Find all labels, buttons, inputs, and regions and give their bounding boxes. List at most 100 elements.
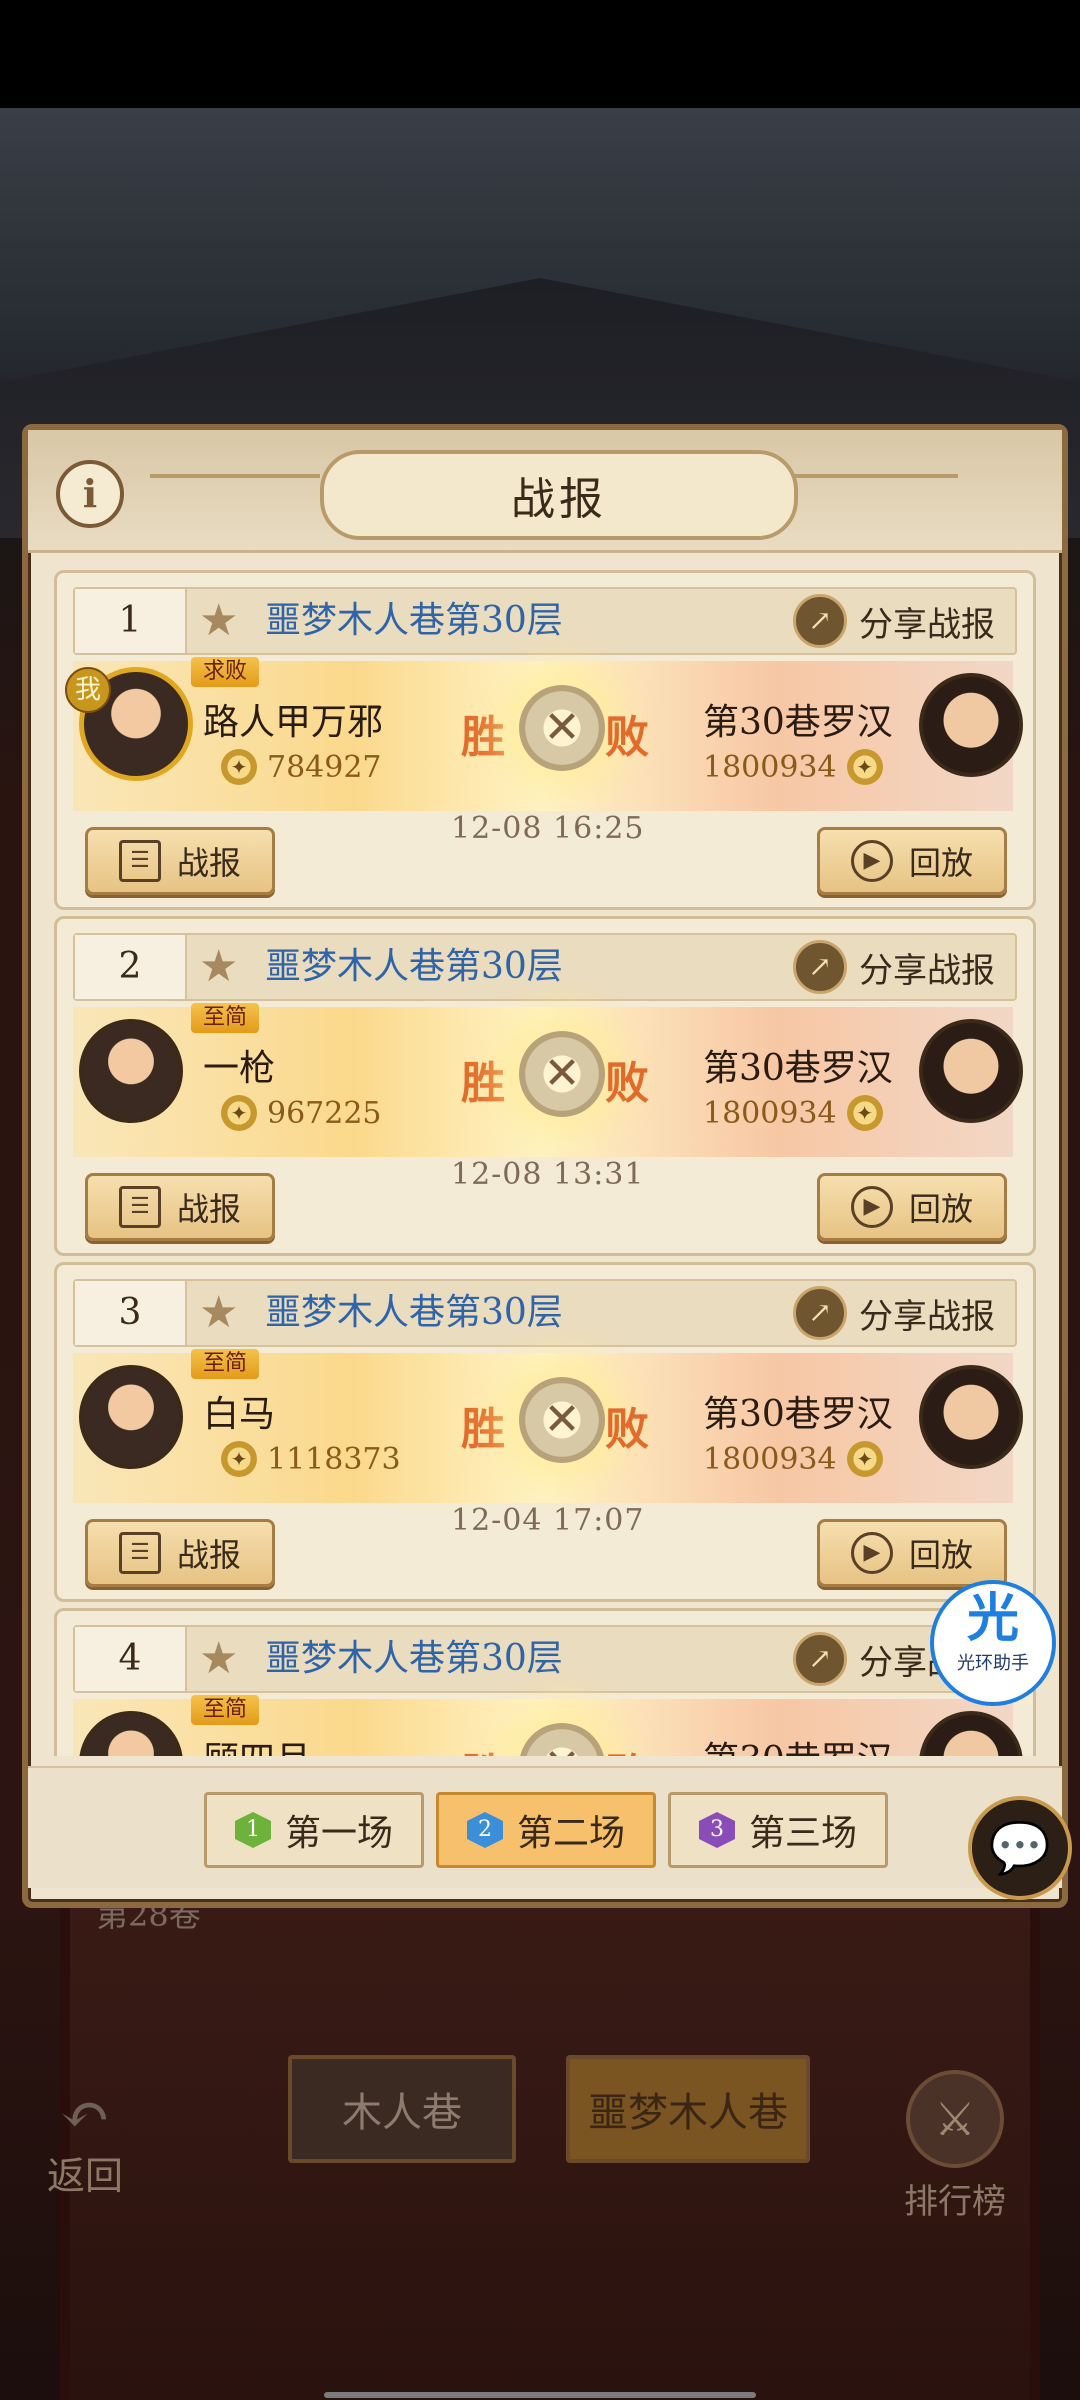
view-report-button[interactable]: ☰ 战报 (85, 1519, 275, 1587)
win-label: 胜 (461, 1739, 505, 1756)
list-icon: ☰ (118, 1186, 161, 1228)
tab-nightmare-wooden-alley[interactable]: 噩梦木人巷 (566, 2055, 810, 2163)
player-title-badge: 至简 (191, 1695, 260, 1725)
player-power: ✦ 784927 (211, 749, 382, 785)
tab-round-3[interactable]: 3 第三场 (668, 1792, 888, 1868)
battle-time: 12-08 16:25 (451, 811, 645, 846)
battle-record-card: 2 ★ 噩梦木人巷第30层 ↗ 分享战报至简一枪 ✦ 967225 胜 ✕ 败 第30巷罗汉 1800… (54, 916, 1036, 1256)
power-icon: ✦ (846, 1441, 883, 1477)
view-report-label: 战报 (176, 844, 241, 882)
stage-name: 噩梦木人巷第30层 (265, 1292, 563, 1333)
share-icon: ↗ (793, 1632, 847, 1686)
player-power-value: 967225 (267, 1095, 382, 1131)
record-header: 1 ★ 噩梦木人巷第30层 ↗ 分享战报 (73, 587, 1017, 655)
battle-record-card: 3 ★ 噩梦木人巷第30层 ↗ 分享战报 至简 白马 ✦ 1118373 胜 ✕ 败 第30巷罗汉 180… (54, 1262, 1036, 1602)
opponent-avatar[interactable] (919, 1019, 1023, 1123)
stage-name: 噩梦木人巷第30层 (265, 600, 563, 641)
assistant-logo-icon: 光 (966, 1588, 1019, 1649)
opponent-power-value: 1800934 (703, 1095, 837, 1131)
player-title-badge: 至简 (191, 1349, 260, 1379)
power-icon: ✦ (221, 1095, 257, 1131)
share-report-button[interactable]: ↗ 分享战报 (793, 939, 995, 995)
stage-name: 噩梦木人巷第30层 (265, 1638, 563, 1679)
tab-round-1[interactable]: 1 第一场 (204, 1792, 424, 1868)
lose-label: 败 (605, 712, 649, 763)
play-icon: ▶ (850, 1186, 893, 1228)
me-badge: 我 (65, 667, 111, 713)
view-report-button[interactable]: ☰ 战报 (85, 1173, 275, 1241)
player-avatar[interactable] (79, 1019, 183, 1123)
battle-record-card: 1 ★ 噩梦木人巷第30层 ↗ 分享战报我 求败 路人甲万邪 ✦ 784927 胜 ✕ 败 第30巷罗汉… (54, 570, 1036, 910)
view-report-label: 战报 (176, 1190, 241, 1228)
view-report-button[interactable]: ☰ 战报 (85, 827, 275, 895)
tab-wooden-alley[interactable]: 木人巷 (288, 2055, 516, 2163)
record-header: 3 ★ 噩梦木人巷第30层 ↗ 分享战报 (73, 1279, 1017, 1347)
power-icon: ✦ (846, 1095, 883, 1131)
replay-label: 回放 (908, 1190, 973, 1228)
tab-round-2[interactable]: 2 第二场 (436, 1792, 656, 1868)
round-3-label: 第三场 (748, 1813, 857, 1854)
round-tabs: 1 第一场 2 第二场 3 第三场 (28, 1766, 1062, 1888)
player-power-value: 1118373 (267, 1441, 401, 1477)
player-name: 顾四月 (203, 1731, 311, 1756)
star-icon: ★ (199, 941, 239, 992)
round-2-label: 第二场 (516, 1813, 625, 1854)
share-report-button[interactable]: ↗ 分享战报 (793, 1285, 995, 1341)
opponent-avatar[interactable] (919, 673, 1023, 777)
player-power-value: 784927 (267, 749, 382, 785)
chat-bubble-icon[interactable]: 💬 (968, 1796, 1072, 1900)
stage-name: 噩梦木人巷第30层 (265, 946, 563, 987)
share-icon: ↗ (793, 1286, 847, 1340)
share-report-button[interactable]: ↗ 分享战报 (793, 593, 995, 649)
opponent-avatar[interactable] (919, 1365, 1023, 1469)
dialog-header: i 战报 (28, 430, 1062, 553)
leaderboard-button[interactable]: ⚔ 排行榜 (880, 2070, 1030, 2223)
player-title-badge: 求败 (191, 657, 260, 687)
player-name: 一枪 (203, 1048, 276, 1089)
battle-time: 12-04 17:07 (451, 1503, 645, 1538)
player-power: ✦ 967225 (211, 1095, 382, 1131)
opponent-name: 第30巷罗汉 (703, 1394, 893, 1435)
play-icon: ▶ (850, 840, 893, 882)
round-1-number-icon: 1 (234, 1812, 271, 1848)
lose-label: 败 (605, 1739, 649, 1756)
title-decoration-left (150, 474, 320, 478)
replay-button[interactable]: ▶ 回放 (817, 827, 1007, 895)
power-icon: ✦ (221, 1441, 257, 1477)
replay-label: 回放 (908, 1536, 973, 1574)
power-icon: ✦ (221, 749, 257, 785)
record-index: 2 (75, 935, 187, 999)
crossed-swords-icon: ⚔ (906, 2070, 1004, 2168)
opponent-name: 第30巷罗汉 (703, 1048, 893, 1089)
replay-button[interactable]: ▶ 回放 (817, 1519, 1007, 1587)
view-report-label: 战报 (176, 1536, 241, 1574)
opponent-power-value: 1800934 (703, 1441, 837, 1477)
player-avatar[interactable] (79, 1365, 183, 1469)
replay-label: 回放 (908, 844, 973, 882)
player-title-badge: 至简 (191, 1003, 260, 1033)
crossed-swords-icon: ✕ (519, 1031, 605, 1117)
win-label: 胜 (461, 1058, 505, 1109)
status-bar (0, 0, 1080, 108)
round-2-number-icon: 2 (466, 1812, 503, 1848)
list-icon: ☰ (118, 1532, 161, 1574)
replay-button[interactable]: ▶ 回放 (817, 1173, 1007, 1241)
home-indicator[interactable] (324, 2392, 756, 2398)
lose-label: 败 (605, 1058, 649, 1109)
back-button[interactable]: ↶ 返回 (30, 2085, 140, 2200)
power-icon: ✦ (846, 749, 883, 785)
battle-record-list[interactable]: 1 ★ 噩梦木人巷第30层 ↗ 分享战报我求败 路人甲万邪 ✦ 784927 胜 ✕ 败第30巷罗汉… (28, 556, 1062, 1756)
list-icon: ☰ (118, 840, 161, 882)
win-label: 胜 (461, 712, 505, 763)
opponent-power: 1800934 ✦ (703, 1095, 893, 1131)
round-3-number-icon: 3 (698, 1812, 735, 1848)
share-report-label: 分享战报 (859, 1296, 995, 1337)
assistant-floating-widget[interactable]: 光 光环助手 (930, 1580, 1056, 1706)
star-icon: ★ (199, 1287, 239, 1338)
record-index: 4 (75, 1627, 187, 1691)
info-icon[interactable]: i (56, 460, 124, 528)
round-1-label: 第一场 (284, 1813, 393, 1854)
title-decoration-right (788, 474, 958, 478)
player-power: ✦ 1118373 (211, 1441, 401, 1477)
dialog-title: 战报 (320, 450, 798, 540)
